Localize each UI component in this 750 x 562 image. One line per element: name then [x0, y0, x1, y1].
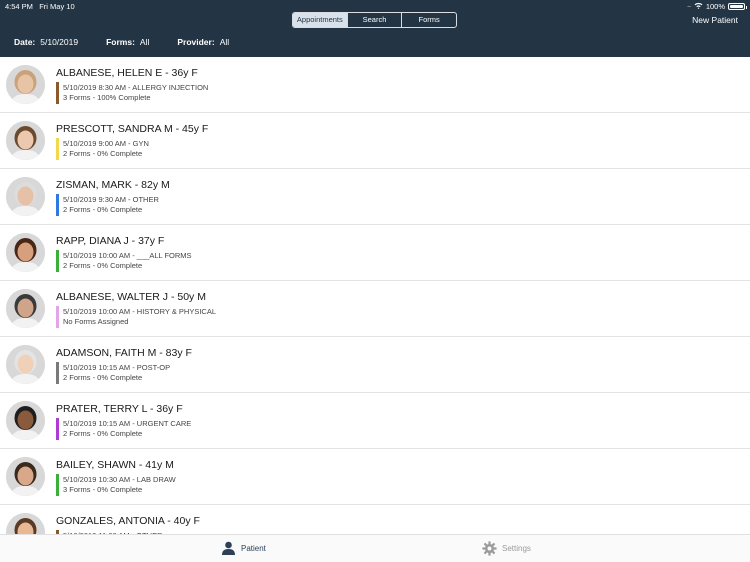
avatar-face: [17, 242, 34, 262]
patient-name: GONZALES, ANTONIA - 40y F: [56, 515, 200, 527]
forms-status: 2 Forms - 0% Complete: [63, 373, 143, 382]
appointment-detail: 5/10/2019 10:00 AM - ___ALL FORMS: [63, 251, 192, 260]
patient-row[interactable]: ALBANESE, HELEN E - 36y F 5/10/2019 8:30 …: [0, 57, 750, 113]
patient-row[interactable]: PRATER, TERRY L - 36y F 5/10/2019 10:15 A…: [0, 393, 750, 449]
avatar-face: [17, 74, 34, 94]
date-filter-label: Date:: [14, 37, 36, 47]
avatar: [6, 177, 45, 216]
appointment-detail: 5/10/2019 10:15 AM - URGENT CARE: [63, 419, 192, 428]
avatar: [6, 513, 45, 534]
battery-icon: [728, 3, 747, 10]
forms-status: No Forms Assigned: [63, 317, 129, 326]
patient-name: BAILEY, SHAWN - 41y M: [56, 459, 174, 471]
appointment-detail: 5/10/2019 9:30 AM - OTHER: [63, 195, 159, 204]
forms-status: 2 Forms - 0% Complete: [63, 261, 143, 270]
tab-patient[interactable]: Patient: [221, 541, 266, 555]
forms-filter-label: Forms:: [106, 37, 135, 47]
appointment-color-bar: [56, 250, 59, 272]
wifi-icon: [694, 2, 703, 11]
appointment-list: ALBANESE, HELEN E - 36y F 5/10/2019 8:30 …: [0, 57, 750, 534]
patient-name: ADAMSON, FAITH M - 83y F: [56, 347, 192, 359]
battery-percent: 100%: [705, 2, 725, 11]
patient-row[interactable]: ZISMAN, MARK - 82y M 5/10/2019 9:30 AM - …: [0, 169, 750, 225]
status-clock: 4:54 PM: [5, 2, 33, 11]
forms-status: 3 Forms - 0% Complete: [63, 485, 143, 494]
appointment-color-bar: [56, 82, 59, 104]
appointment-color-bar: [56, 362, 59, 384]
avatar-face: [17, 410, 34, 430]
view-segmented-control: Appointments Search Forms: [292, 12, 457, 28]
patient-name: PRESCOTT, SANDRA M - 45y F: [56, 123, 209, 135]
patient-row[interactable]: RAPP, DIANA J - 37y F 5/10/2019 10:00 AM …: [0, 225, 750, 281]
avatar: [6, 401, 45, 440]
forms-status: 3 Forms - 100% Complete: [63, 93, 151, 102]
avatar-face: [17, 466, 34, 486]
patient-row[interactable]: ALBANESE, WALTER J - 50y M 5/10/2019 10:0…: [0, 281, 750, 337]
forms-status: 2 Forms - 0% Complete: [63, 149, 143, 158]
header-bar: 4:54 PM Fri May 10 ···· 100% Appointment…: [0, 0, 750, 57]
segment-forms[interactable]: Forms: [402, 13, 456, 27]
provider-filter-label: Provider:: [177, 37, 215, 47]
filter-bar: Date: 5/10/2019 Forms: All Provider: All: [14, 37, 229, 47]
appointment-detail: 5/10/2019 10:00 AM - HISTORY & PHYSICAL: [63, 307, 216, 316]
segment-search[interactable]: Search: [348, 13, 403, 27]
tab-settings[interactable]: Settings: [482, 541, 531, 556]
date-filter-value[interactable]: 5/10/2019: [40, 37, 78, 47]
appointment-color-bar: [56, 138, 59, 160]
patient-name: PRATER, TERRY L - 36y F: [56, 403, 183, 415]
status-indicators: ···· 100%: [686, 2, 747, 11]
patient-row[interactable]: ADAMSON, FAITH M - 83y F 5/10/2019 10:15 …: [0, 337, 750, 393]
patient-row[interactable]: GONZALES, ANTONIA - 40y F5/10/2019 11:00…: [0, 505, 750, 534]
avatar: [6, 65, 45, 104]
status-time: 4:54 PM Fri May 10: [5, 2, 75, 11]
avatar-face: [17, 354, 34, 374]
appointment-detail: 5/10/2019 8:30 AM - ALLERGY INJECTION: [63, 83, 209, 92]
patient-row[interactable]: BAILEY, SHAWN - 41y M 5/10/2019 10:30 AM …: [0, 449, 750, 505]
patient-name: ALBANESE, WALTER J - 50y M: [56, 291, 206, 303]
appointment-detail: 5/10/2019 10:30 AM - LAB DRAW: [63, 475, 176, 484]
appointment-color-bar: [56, 194, 59, 216]
avatar: [6, 457, 45, 496]
patient-name: RAPP, DIANA J - 37y F: [56, 235, 165, 247]
signal-icon: ····: [686, 3, 692, 10]
new-patient-button[interactable]: New Patient: [692, 15, 738, 25]
appointment-color-bar: [56, 306, 59, 328]
provider-filter-value[interactable]: All: [220, 37, 229, 47]
appointment-detail: 5/10/2019 9:00 AM - GYN: [63, 139, 149, 148]
avatar-face: [17, 186, 34, 206]
forms-filter-value[interactable]: All: [140, 37, 149, 47]
status-date: Fri May 10: [39, 2, 75, 11]
avatar: [6, 289, 45, 328]
avatar: [6, 233, 45, 272]
appointment-detail: 5/10/2019 10:15 AM - POST-OP: [63, 363, 171, 372]
appointment-color-bar: [56, 474, 59, 496]
tab-bar: Patient Settings: [0, 534, 750, 562]
patient-name: ZISMAN, MARK - 82y M: [56, 179, 170, 191]
appointment-color-bar: [56, 418, 59, 440]
gear-icon: [482, 541, 497, 556]
avatar-face: [17, 298, 34, 318]
forms-status: 2 Forms - 0% Complete: [63, 205, 143, 214]
avatar: [6, 121, 45, 160]
patient-row[interactable]: PRESCOTT, SANDRA M - 45y F 5/10/2019 9:00…: [0, 113, 750, 169]
person-icon: [222, 541, 235, 555]
tab-patient-label: Patient: [241, 543, 266, 553]
avatar-face: [17, 130, 34, 150]
avatar: [6, 345, 45, 384]
tab-settings-label: Settings: [502, 544, 531, 553]
segment-appointments[interactable]: Appointments: [293, 13, 348, 27]
patient-name: ALBANESE, HELEN E - 36y F: [56, 67, 198, 79]
forms-status: 2 Forms - 0% Complete: [63, 429, 143, 438]
